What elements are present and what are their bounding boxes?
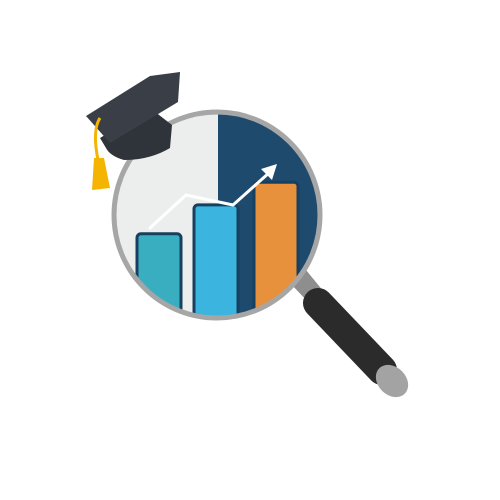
bar-2 (192, 203, 240, 317)
magnifying-glass-icon (86, 72, 409, 398)
bar-1 (135, 232, 183, 317)
handle-grip (303, 288, 397, 385)
illustration (0, 0, 500, 500)
tassel (92, 158, 110, 190)
handle (290, 270, 409, 398)
